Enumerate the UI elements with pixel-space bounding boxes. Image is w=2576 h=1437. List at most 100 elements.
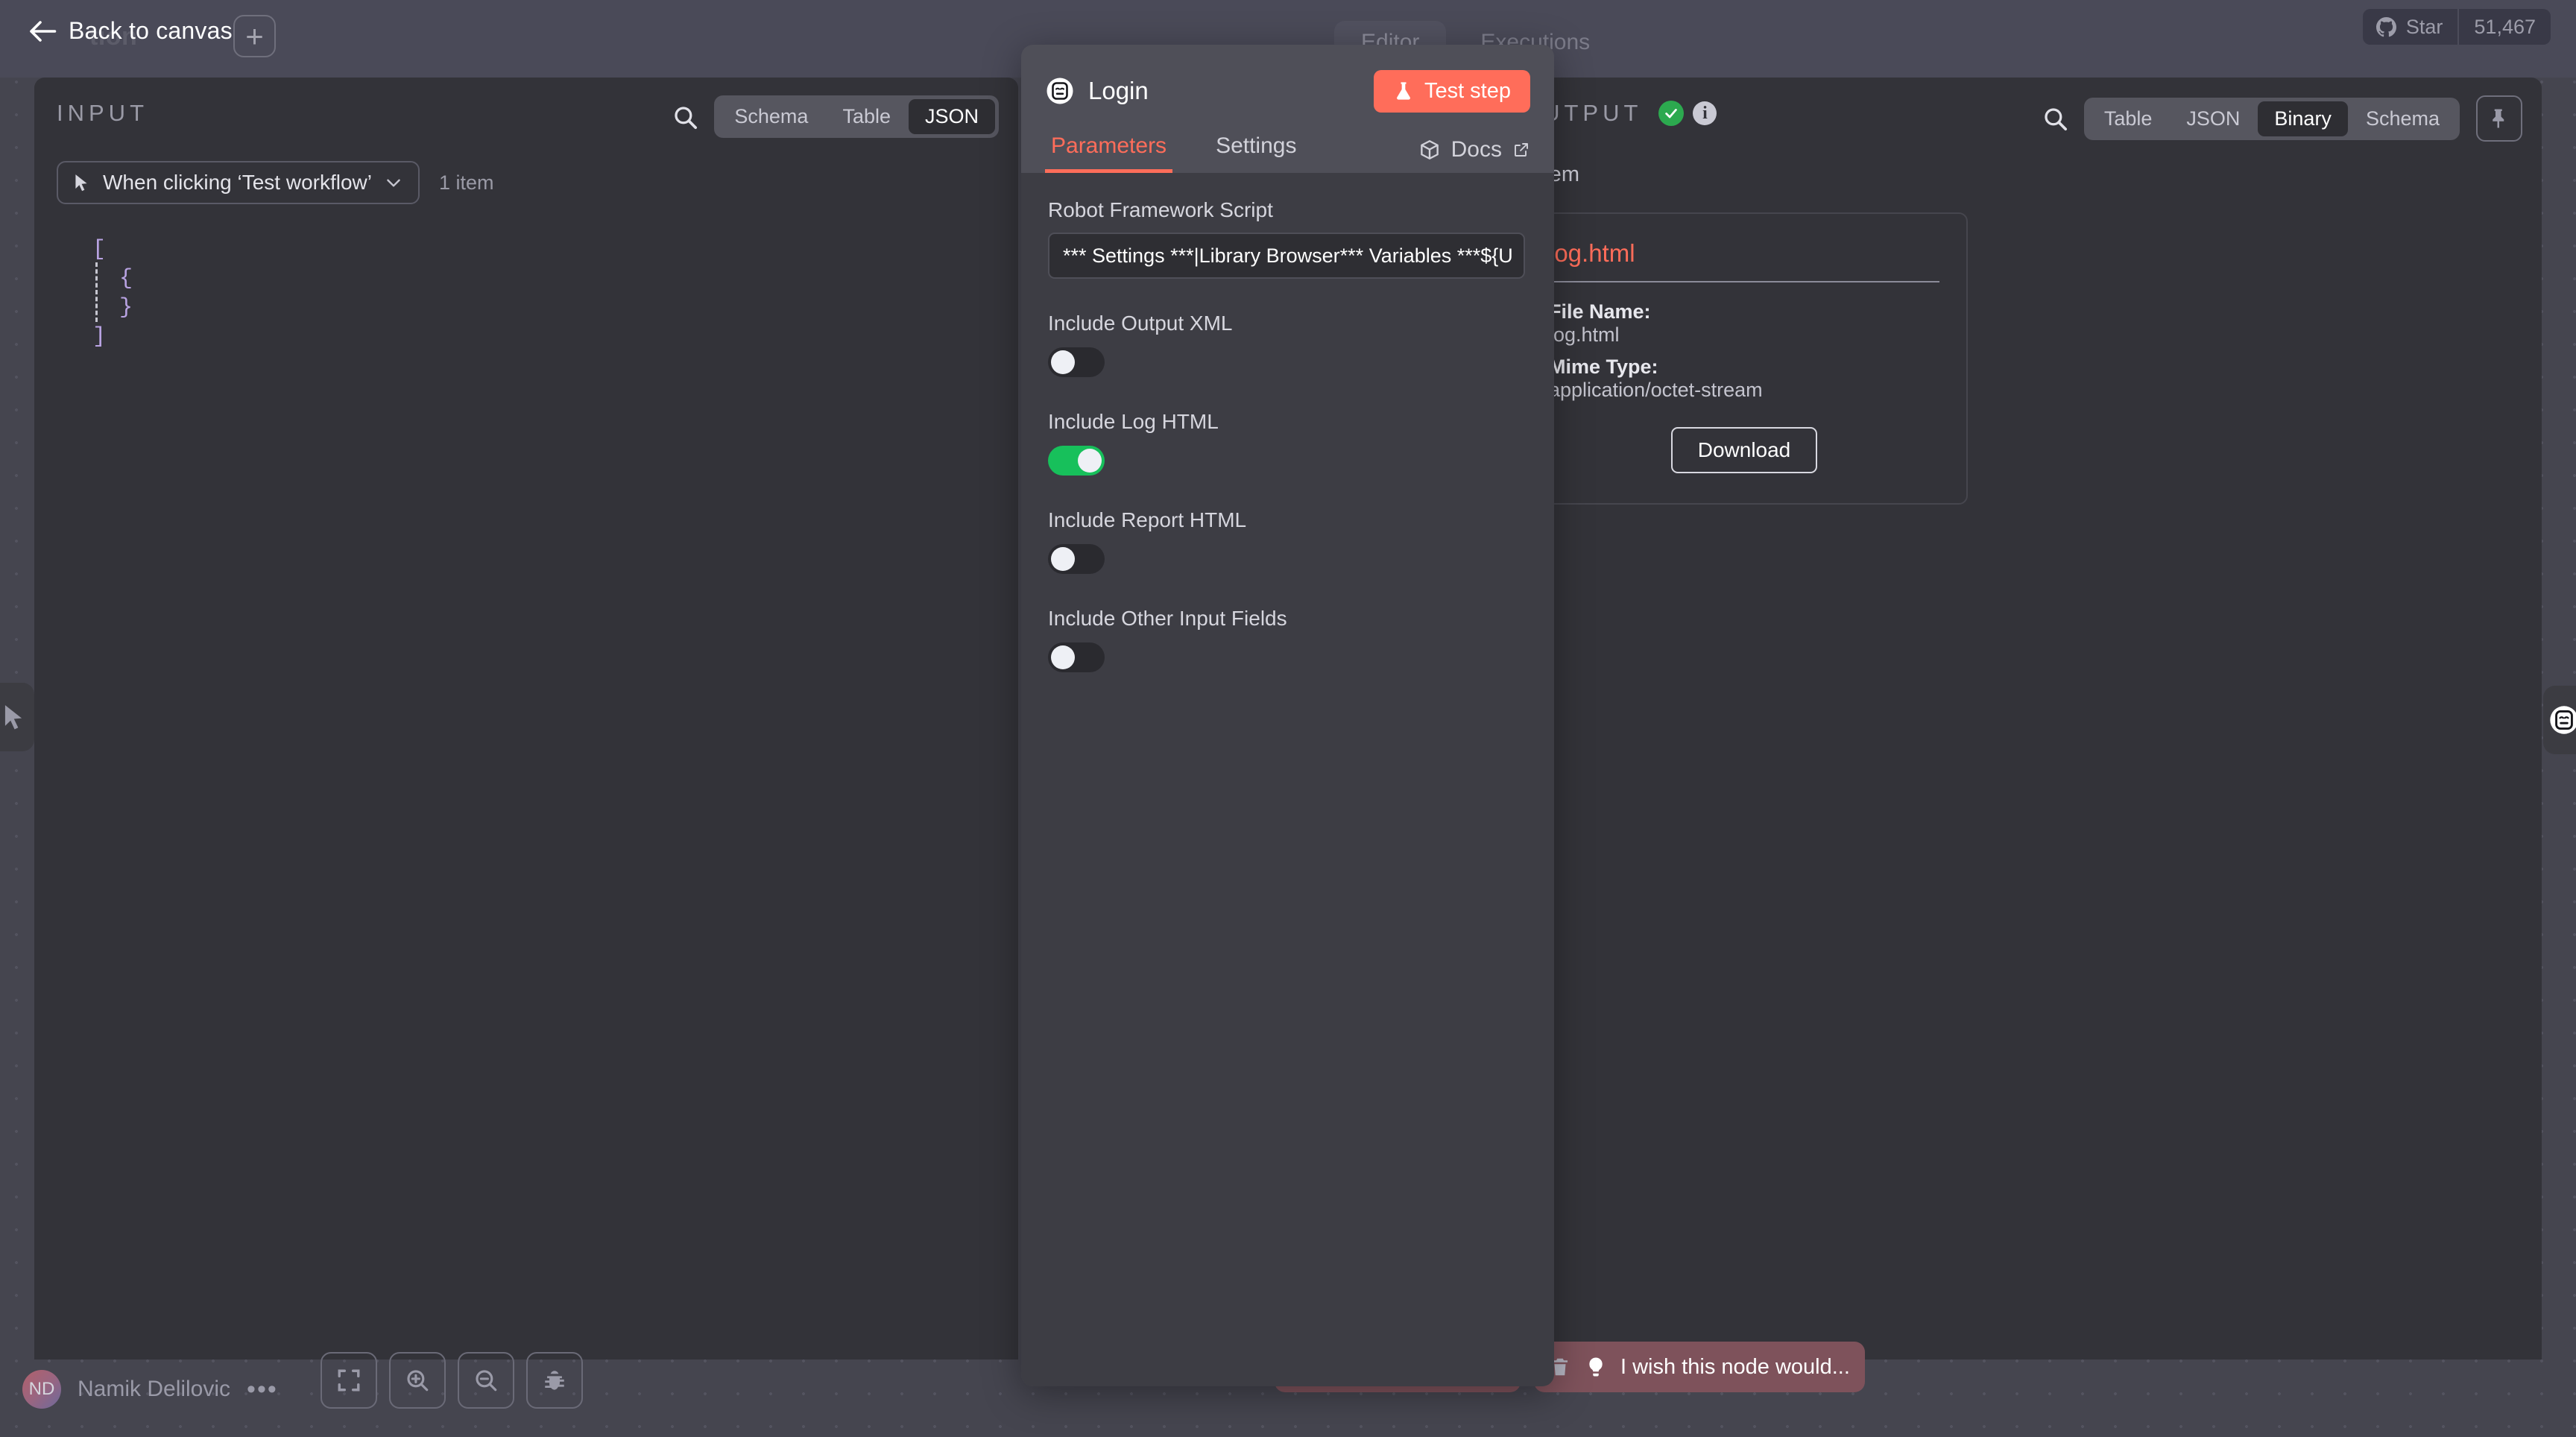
plus-icon: +: [245, 21, 264, 52]
lightbulb-icon: [1585, 1356, 1607, 1378]
script-field-group: Robot Framework Script *** Settings ***|…: [1048, 198, 1527, 279]
tab-input-json[interactable]: JSON: [909, 99, 995, 134]
search-icon[interactable]: [2042, 106, 2068, 131]
output-panel: OUTPUT i Table JSON Binary Schema: [1498, 78, 2542, 1359]
binary-file-title: log.html: [1549, 239, 1939, 268]
user-menu[interactable]: ND Namik Delilovic •••: [22, 1370, 278, 1409]
toggle-include-other-input-fields: Include Other Input Fields: [1048, 607, 1527, 672]
output-panel-header-controls: Table JSON Binary Schema: [2042, 95, 2522, 142]
avatar: ND: [22, 1370, 61, 1409]
tab-output-schema[interactable]: Schema: [2349, 101, 2456, 136]
json-line: [: [92, 236, 1018, 265]
node-title: Login: [1088, 77, 1149, 105]
binary-output-card: log.html File Name: log.html Mime Type: …: [1521, 212, 1968, 505]
tab-parameters[interactable]: Parameters: [1045, 133, 1172, 173]
arrow-left-icon: [28, 20, 57, 42]
tab-settings-label: Settings: [1216, 133, 1296, 158]
input-panel-title: INPUT: [57, 100, 148, 127]
file-name-value: log.html: [1549, 323, 1939, 347]
tab-output-json[interactable]: JSON: [2170, 101, 2256, 136]
check-circle-icon: [1658, 101, 1684, 126]
cursor-icon: [72, 173, 91, 192]
flask-icon: [1393, 80, 1414, 101]
robot-icon: [1045, 76, 1075, 106]
toggle-include-output-xml: Include Output XML: [1048, 312, 1527, 377]
right-side-panel-tab[interactable]: [2543, 686, 2576, 754]
user-name: Namik Delilovic: [78, 1377, 230, 1402]
json-line: ]: [92, 323, 1018, 352]
bug-icon: [542, 1368, 567, 1393]
wish-text: I wish this node would...: [1620, 1355, 1850, 1380]
input-panel-header: INPUT Schema Table JSON: [34, 78, 1018, 149]
github-star-button[interactable]: Star 51,467: [2363, 9, 2551, 45]
wish-input-box[interactable]: I wish this node would...: [1534, 1342, 1865, 1392]
docs-label: Docs: [1451, 137, 1502, 162]
info-icon[interactable]: i: [1693, 101, 1717, 125]
toggle-label: Include Output XML: [1048, 312, 1527, 335]
tab-input-table[interactable]: Table: [826, 99, 907, 134]
pin-button[interactable]: [2476, 95, 2522, 142]
input-source-row: When clicking ‘Test workflow’ 1 item: [34, 161, 1018, 204]
input-source-select[interactable]: When clicking ‘Test workflow’: [57, 161, 420, 204]
file-name-label: File Name:: [1549, 300, 1939, 323]
mime-type-label: Mime Type:: [1549, 356, 1939, 379]
docs-link[interactable]: Docs: [1418, 137, 1530, 173]
github-icon: [2376, 17, 2396, 37]
search-icon[interactable]: [672, 104, 698, 130]
input-panel: INPUT Schema Table JSON When clicking ‘T…: [34, 78, 1018, 1359]
output-view-tabs[interactable]: Table JSON Binary Schema: [2084, 98, 2460, 140]
tab-input-schema[interactable]: Schema: [718, 99, 824, 134]
node-modal-tabs: Parameters Settings Docs: [1021, 116, 1554, 173]
test-step-label: Test step: [1424, 79, 1511, 104]
input-view-tabs[interactable]: Schema Table JSON: [714, 95, 999, 138]
switch-knob: [1051, 350, 1075, 374]
toggle-include-log-html: Include Log HTML: [1048, 410, 1527, 476]
node-details-modal: Login Test step Parameters Settings Docs: [1021, 45, 1554, 1386]
json-line: }: [92, 294, 1018, 323]
tab-output-table[interactable]: Table: [2088, 101, 2169, 136]
cube-icon: [1418, 139, 1441, 161]
input-item-count: 1 item: [439, 171, 494, 195]
zoom-out-button[interactable]: [458, 1352, 514, 1409]
switch-knob: [1051, 645, 1075, 669]
toggle-label: Include Log HTML: [1048, 410, 1527, 434]
tab-output-binary[interactable]: Binary: [2258, 101, 2348, 136]
include-other-input-fields-switch[interactable]: [1048, 642, 1105, 672]
github-star-count: 51,467: [2457, 9, 2551, 45]
switch-knob: [1078, 449, 1102, 473]
left-side-panel-tab[interactable]: [0, 683, 34, 751]
zoom-in-button[interactable]: [389, 1352, 446, 1409]
include-log-html-switch[interactable]: [1048, 446, 1105, 476]
toggle-label: Include Other Input Fields: [1048, 607, 1527, 631]
input-panel-header-controls: Schema Table JSON: [672, 95, 999, 138]
output-panel-header: OUTPUT i Table JSON Binary Schema: [1498, 78, 2542, 149]
back-to-canvas-label: Back to canvas: [69, 17, 233, 45]
tab-parameters-label: Parameters: [1051, 133, 1167, 158]
mime-type-value: application/octet-stream: [1549, 379, 1939, 402]
json-line: {: [92, 265, 1018, 294]
fit-view-button[interactable]: [321, 1352, 377, 1409]
include-report-html-switch[interactable]: [1048, 544, 1105, 574]
debug-button[interactable]: [526, 1352, 583, 1409]
toggle-label: Include Report HTML: [1048, 508, 1527, 532]
fit-view-icon: [336, 1368, 362, 1393]
test-step-button[interactable]: Test step: [1374, 70, 1530, 113]
download-button[interactable]: Download: [1671, 427, 1818, 473]
switch-knob: [1051, 547, 1075, 571]
ellipsis-icon[interactable]: •••: [247, 1382, 278, 1397]
zoom-out-icon: [473, 1368, 499, 1393]
script-input[interactable]: *** Settings ***|Library Browser*** Vari…: [1048, 233, 1525, 279]
indent-guide: [95, 262, 98, 322]
script-field-label: Robot Framework Script: [1048, 198, 1527, 222]
pin-icon: [2488, 107, 2510, 130]
output-item-count: 1 item: [1498, 162, 2542, 187]
github-star-left[interactable]: Star: [2363, 9, 2458, 45]
include-output-xml-switch[interactable]: [1048, 347, 1105, 377]
node-modal-body: Robot Framework Script *** Settings ***|…: [1021, 173, 1554, 1386]
tab-settings[interactable]: Settings: [1210, 133, 1302, 173]
back-to-canvas-button[interactable]: Back to canvas: [28, 17, 233, 45]
input-json-view[interactable]: [ { } ]: [34, 236, 1018, 352]
canvas-controls: [321, 1352, 583, 1409]
divider: [1549, 281, 1939, 282]
add-node-button[interactable]: +: [233, 15, 276, 57]
